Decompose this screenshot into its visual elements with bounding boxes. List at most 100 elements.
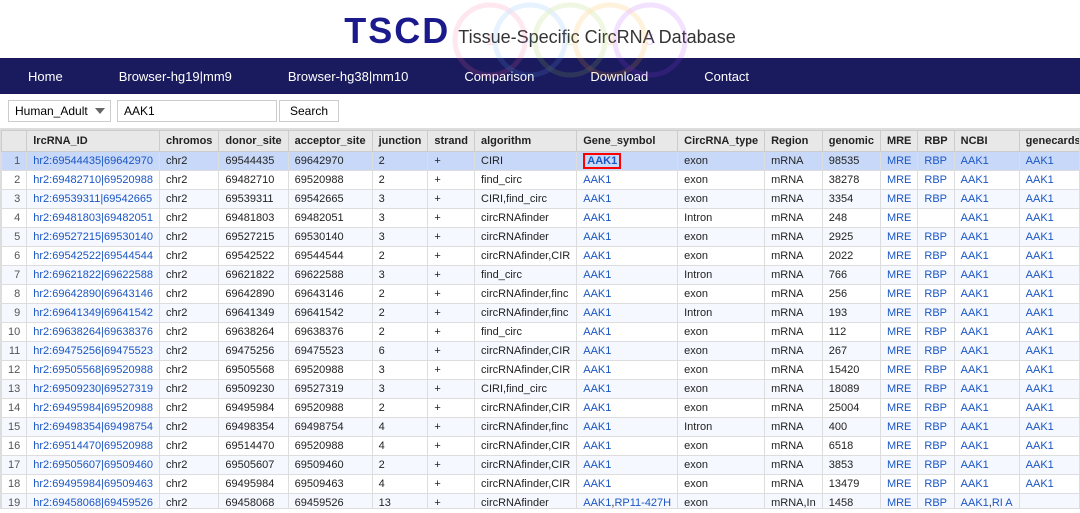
cell-mre[interactable]: MRE bbox=[880, 285, 917, 304]
cell-rbp[interactable]: RBP bbox=[918, 266, 954, 285]
cell-genecards[interactable]: AAK1 bbox=[1019, 418, 1080, 437]
cell-rbp[interactable]: RBP bbox=[918, 380, 954, 399]
cell-id[interactable]: hr2:69539311|69542665 bbox=[27, 190, 160, 209]
cell-mre[interactable]: MRE bbox=[880, 399, 917, 418]
cell-ncbi[interactable]: AAK1 bbox=[954, 304, 1019, 323]
cell-ncbi[interactable]: AAK1,RI A bbox=[954, 494, 1019, 510]
table-row[interactable]: 8hr2:69642890|69643146chr269642890696431… bbox=[2, 285, 1080, 304]
cell-genecards[interactable]: AAK1 bbox=[1019, 304, 1080, 323]
cell-genecards[interactable]: AAK1 bbox=[1019, 380, 1080, 399]
cell-genecards[interactable]: AAK1 bbox=[1019, 247, 1080, 266]
cell-id[interactable]: hr2:69542522|69544544 bbox=[27, 247, 160, 266]
cell-mre[interactable]: MRE bbox=[880, 323, 917, 342]
cell-id[interactable]: hr2:69514470|69520988 bbox=[27, 437, 160, 456]
cell-gene[interactable]: AAK1 bbox=[577, 418, 678, 437]
cell-gene[interactable]: AAK1 bbox=[577, 171, 678, 190]
cell-mre[interactable]: MRE bbox=[880, 418, 917, 437]
cell-gene[interactable]: AAK1 bbox=[577, 475, 678, 494]
cell-id[interactable]: hr2:69475256|69475523 bbox=[27, 342, 160, 361]
cell-gene[interactable]: AAK1 bbox=[577, 266, 678, 285]
cell-genecards[interactable]: AAK1 bbox=[1019, 190, 1080, 209]
cell-ncbi[interactable]: AAK1 bbox=[954, 152, 1019, 171]
cell-ncbi[interactable]: AAK1 bbox=[954, 342, 1019, 361]
cell-id[interactable]: hr2:69481803|69482051 bbox=[27, 209, 160, 228]
cell-gene[interactable]: AAK1 bbox=[577, 152, 678, 171]
cell-id[interactable]: hr2:69642890|69643146 bbox=[27, 285, 160, 304]
nav-contact[interactable]: Contact bbox=[676, 58, 777, 94]
cell-ncbi[interactable]: AAK1 bbox=[954, 190, 1019, 209]
table-row[interactable]: 1hr2:69544435|69642970chr269544435696429… bbox=[2, 152, 1080, 171]
table-row[interactable]: 16hr2:69514470|69520988chr26951447069520… bbox=[2, 437, 1080, 456]
cell-rbp[interactable]: RBP bbox=[918, 190, 954, 209]
cell-genecards[interactable]: AAK1 bbox=[1019, 285, 1080, 304]
cell-genecards[interactable] bbox=[1019, 494, 1080, 510]
cell-id[interactable]: hr2:69498354|69498754 bbox=[27, 418, 160, 437]
table-row[interactable]: 11hr2:69475256|69475523chr26947525669475… bbox=[2, 342, 1080, 361]
cell-gene[interactable]: AAK1 bbox=[577, 323, 678, 342]
table-row[interactable]: 5hr2:69527215|69530140chr269527215695301… bbox=[2, 228, 1080, 247]
cell-rbp[interactable]: RBP bbox=[918, 399, 954, 418]
search-input[interactable] bbox=[117, 100, 277, 122]
cell-gene[interactable]: AAK1 bbox=[577, 247, 678, 266]
table-row[interactable]: 6hr2:69542522|69544544chr269542522695445… bbox=[2, 247, 1080, 266]
table-row[interactable]: 10hr2:69638264|69638376chr26963826469638… bbox=[2, 323, 1080, 342]
cell-mre[interactable]: MRE bbox=[880, 456, 917, 475]
cell-genecards[interactable]: AAK1 bbox=[1019, 475, 1080, 494]
cell-ncbi[interactable]: AAK1 bbox=[954, 266, 1019, 285]
cell-ncbi[interactable]: AAK1 bbox=[954, 475, 1019, 494]
cell-mre[interactable]: MRE bbox=[880, 266, 917, 285]
cell-ncbi[interactable]: AAK1 bbox=[954, 399, 1019, 418]
cell-mre[interactable]: MRE bbox=[880, 152, 917, 171]
cell-id[interactable]: hr2:69482710|69520988 bbox=[27, 171, 160, 190]
nav-download[interactable]: Download bbox=[562, 58, 676, 94]
cell-genecards[interactable]: AAK1 bbox=[1019, 209, 1080, 228]
cell-rbp[interactable]: RBP bbox=[918, 323, 954, 342]
table-row[interactable]: 2hr2:69482710|69520988chr269482710695209… bbox=[2, 171, 1080, 190]
cell-mre[interactable]: MRE bbox=[880, 228, 917, 247]
cell-rbp[interactable]: RBP bbox=[918, 475, 954, 494]
nav-comparison[interactable]: Comparison bbox=[436, 58, 562, 94]
cell-gene[interactable]: AAK1,RP11-427H bbox=[577, 494, 678, 510]
cell-id[interactable]: hr2:69641349|69641542 bbox=[27, 304, 160, 323]
cell-mre[interactable]: MRE bbox=[880, 304, 917, 323]
cell-rbp[interactable]: RBP bbox=[918, 342, 954, 361]
cell-rbp[interactable]: RBP bbox=[918, 304, 954, 323]
table-row[interactable]: 9hr2:69641349|69641542chr269641349696415… bbox=[2, 304, 1080, 323]
cell-ncbi[interactable]: AAK1 bbox=[954, 247, 1019, 266]
cell-ncbi[interactable]: AAK1 bbox=[954, 437, 1019, 456]
cell-genecards[interactable]: AAK1 bbox=[1019, 399, 1080, 418]
cell-genecards[interactable]: AAK1 bbox=[1019, 171, 1080, 190]
cell-gene[interactable]: AAK1 bbox=[577, 209, 678, 228]
cell-gene[interactable]: AAK1 bbox=[577, 437, 678, 456]
cell-genecards[interactable]: AAK1 bbox=[1019, 342, 1080, 361]
cell-mre[interactable]: MRE bbox=[880, 342, 917, 361]
cell-id[interactable]: hr2:69505607|69509460 bbox=[27, 456, 160, 475]
cell-rbp[interactable]: RBP bbox=[918, 437, 954, 456]
cell-gene[interactable]: AAK1 bbox=[577, 190, 678, 209]
table-row[interactable]: 12hr2:69505568|69520988chr26950556869520… bbox=[2, 361, 1080, 380]
cell-ncbi[interactable]: AAK1 bbox=[954, 380, 1019, 399]
table-row[interactable]: 14hr2:69495984|69520988chr26949598469520… bbox=[2, 399, 1080, 418]
nav-home[interactable]: Home bbox=[0, 58, 91, 94]
cell-id[interactable]: hr2:69495984|69520988 bbox=[27, 399, 160, 418]
cell-ncbi[interactable]: AAK1 bbox=[954, 171, 1019, 190]
cell-genecards[interactable]: AAK1 bbox=[1019, 228, 1080, 247]
table-row[interactable]: 18hr2:69495984|69509463chr26949598469509… bbox=[2, 475, 1080, 494]
cell-rbp[interactable]: RBP bbox=[918, 456, 954, 475]
cell-id[interactable]: hr2:69544435|69642970 bbox=[27, 152, 160, 171]
cell-gene[interactable]: AAK1 bbox=[577, 342, 678, 361]
cell-id[interactable]: hr2:69527215|69530140 bbox=[27, 228, 160, 247]
cell-genecards[interactable]: AAK1 bbox=[1019, 456, 1080, 475]
cell-ncbi[interactable]: AAK1 bbox=[954, 285, 1019, 304]
cell-genecards[interactable]: AAK1 bbox=[1019, 152, 1080, 171]
cell-ncbi[interactable]: AAK1 bbox=[954, 361, 1019, 380]
cell-gene[interactable]: AAK1 bbox=[577, 456, 678, 475]
cell-rbp[interactable] bbox=[918, 209, 954, 228]
cell-rbp[interactable]: RBP bbox=[918, 247, 954, 266]
cell-mre[interactable]: MRE bbox=[880, 437, 917, 456]
cell-id[interactable]: hr2:69495984|69509463 bbox=[27, 475, 160, 494]
table-row[interactable]: 13hr2:69509230|69527319chr26950923069527… bbox=[2, 380, 1080, 399]
cell-mre[interactable]: MRE bbox=[880, 494, 917, 510]
cell-rbp[interactable]: RBP bbox=[918, 152, 954, 171]
cell-mre[interactable]: MRE bbox=[880, 361, 917, 380]
